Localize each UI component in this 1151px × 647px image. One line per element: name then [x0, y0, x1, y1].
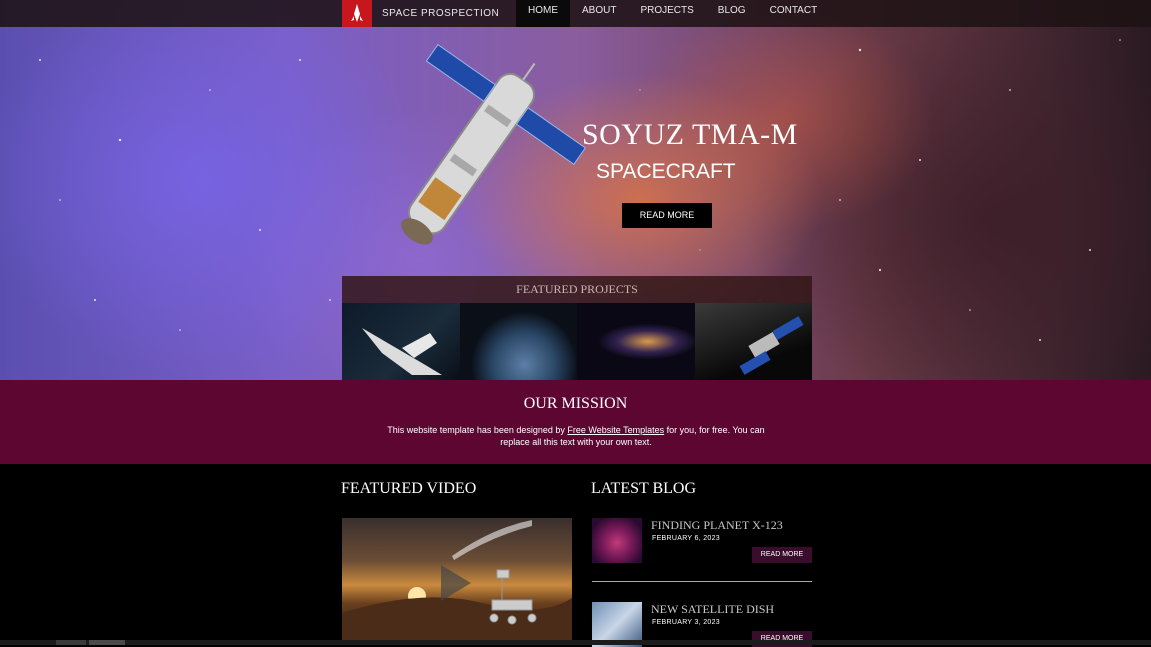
mission-text-before: This website template has been designed …	[387, 425, 568, 435]
project-thumbnail-earth[interactable]	[459, 303, 577, 380]
project-thumbnail-station[interactable]	[694, 303, 812, 380]
mission-text: This website template has been designed …	[376, 424, 776, 448]
project-thumbnail-shuttle[interactable]	[342, 303, 460, 380]
nav-projects[interactable]: PROJECTS	[628, 0, 705, 27]
blog-post-2-title[interactable]: NEW SATELLITE DISH	[651, 602, 774, 617]
blog-post-1-read-more-button[interactable]: READ MORE	[752, 547, 812, 563]
blog-post-2-date: FEBRUARY 3, 2023	[652, 619, 720, 626]
nav-home[interactable]: HOME	[516, 0, 570, 27]
play-icon[interactable]	[441, 565, 471, 601]
project-thumbnail-galaxy[interactable]	[577, 303, 695, 380]
blog-divider	[592, 581, 812, 582]
latest-blog-heading: LATEST BLOG	[591, 480, 697, 497]
mission-title: OUR MISSION	[523, 395, 628, 412]
featured-projects-gallery	[342, 303, 812, 380]
bottom-strip-segment	[89, 640, 125, 645]
nav-contact[interactable]: CONTACT	[758, 0, 830, 27]
mission-section	[0, 380, 1151, 464]
free-website-templates-link[interactable]: Free Website Templates	[567, 425, 664, 435]
nav-blog[interactable]: BLOG	[706, 0, 758, 27]
brand-name[interactable]: SPACE PROSPECTION	[382, 8, 499, 19]
hero-subtitle: SPACECRAFT	[596, 160, 736, 183]
spacecraft-image	[401, 43, 587, 245]
nav-about[interactable]: ABOUT	[570, 0, 628, 27]
hero-read-more-button[interactable]: READ MORE	[622, 203, 712, 228]
bottom-strip-segment	[56, 640, 86, 645]
featured-video-heading: FEATURED VIDEO	[341, 480, 477, 497]
featured-projects-heading: FEATURED PROJECTS	[342, 276, 812, 303]
rocket-logo-icon[interactable]	[342, 0, 372, 27]
hero-title: SOYUZ TMA-M	[582, 118, 798, 151]
blog-post-1-title[interactable]: FINDING PLANET X-123	[651, 518, 783, 533]
blog-post-1-thumbnail[interactable]	[592, 518, 642, 563]
blog-post-1-date: FEBRUARY 6, 2023	[652, 535, 720, 542]
bottom-strip	[0, 640, 1151, 645]
main-nav: HOME ABOUT PROJECTS BLOG CONTACT	[516, 0, 829, 27]
hero-banner: SPACE PROSPECTION HOME ABOUT PROJECTS BL…	[0, 0, 1151, 380]
